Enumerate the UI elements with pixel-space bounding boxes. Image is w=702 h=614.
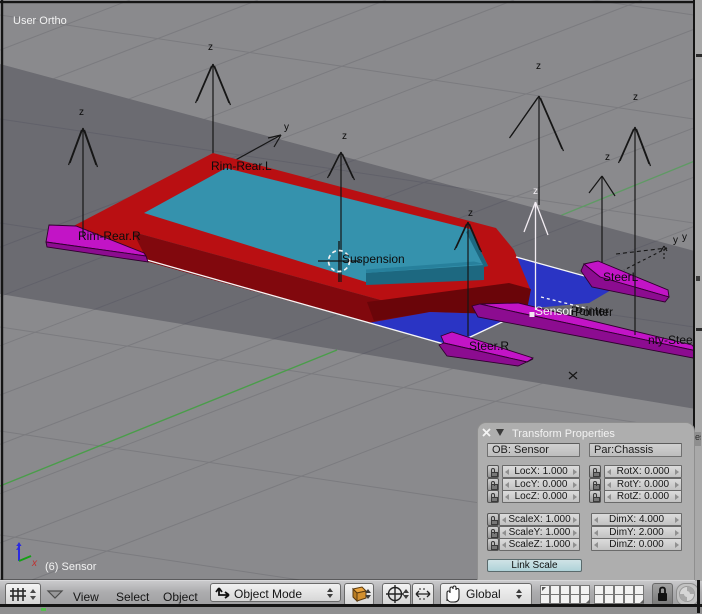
- svg-text:z: z: [342, 131, 347, 142]
- svg-text:z: z: [633, 92, 638, 103]
- svg-text:Rim-Rear.R: Rim-Rear.R: [78, 229, 141, 243]
- svg-text:z: z: [208, 42, 213, 53]
- svg-text:y: y: [673, 235, 678, 246]
- svg-text:(6) Sensor: (6) Sensor: [45, 561, 97, 573]
- svg-text:Pointer: Pointer: [575, 305, 613, 319]
- svg-text:z: z: [468, 208, 473, 219]
- svg-text:nty-Stee: nty-Stee: [648, 333, 693, 347]
- svg-text:Suspension: Suspension: [342, 252, 405, 266]
- svg-text:z: z: [605, 152, 610, 163]
- svg-text:x: x: [31, 558, 38, 569]
- svg-text:z: z: [16, 542, 21, 552]
- svg-text:y: y: [284, 122, 289, 133]
- svg-text:Rim-Rear.L: Rim-Rear.L: [211, 159, 272, 173]
- svg-text:z: z: [79, 107, 84, 118]
- svg-text:SteerL: SteerL: [603, 270, 639, 284]
- svg-text:z: z: [533, 186, 538, 197]
- svg-text:Transform Properties: Transform Properties: [512, 428, 615, 440]
- svg-text:Steer.R: Steer.R: [469, 339, 509, 353]
- svg-text:z: z: [536, 61, 541, 72]
- svg-text:y: y: [682, 232, 687, 243]
- svg-text:User Ortho: User Ortho: [13, 15, 67, 27]
- svg-text:Sensor: Sensor: [535, 304, 573, 318]
